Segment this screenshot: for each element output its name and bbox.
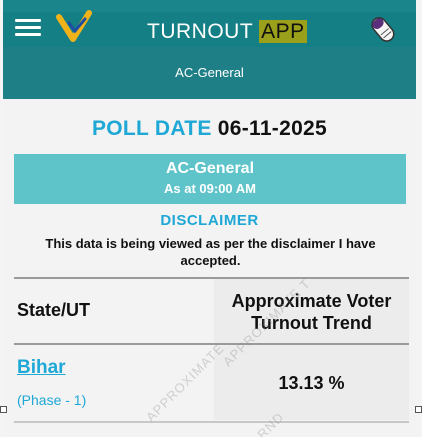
inked-finger-icon[interactable] [366, 12, 400, 44]
app-screen: TURNOUT APP AC-General POLL DATE 06-11-20… [3, 0, 416, 437]
disclaimer-heading: DISCLAIMER [160, 212, 259, 229]
column-header-trend: Approximate Voter Turnout Trend [231, 291, 392, 333]
row-divider [14, 421, 409, 423]
state-phase: (Phase - 1) [17, 392, 87, 408]
app-title-main: TURNOUT [147, 20, 253, 43]
state-link-bihar[interactable]: Bihar [17, 357, 66, 379]
hamburger-menu-icon[interactable] [15, 17, 43, 37]
top-app-bar: TURNOUT APP [3, 0, 416, 47]
banner-time: As at 09:00 AM [164, 181, 256, 196]
right-edge-marker [415, 406, 422, 413]
banner-title: AC-General [165, 160, 255, 177]
app-title: TURNOUT APP [147, 20, 307, 44]
poll-date-value: 06-11-2025 [217, 117, 328, 140]
turnout-value: 13.13 % [278, 373, 345, 393]
left-edge-marker [0, 406, 7, 413]
column-header-state: State/UT [17, 300, 91, 320]
poll-date: POLL DATE 06-11-2025 [3, 117, 416, 141]
disclaimer-text: This data is being viewed as per the dis… [45, 236, 376, 268]
constituency-label: AC-General [175, 65, 244, 80]
constituency-header: AC-General [3, 47, 416, 99]
app-title-accent: APP [259, 20, 307, 43]
ac-time-banner: AC-General As at 09:00 AM [14, 154, 406, 204]
poll-date-label: POLL DATE [91, 117, 212, 140]
voter-turnout-logo-icon [56, 10, 92, 42]
